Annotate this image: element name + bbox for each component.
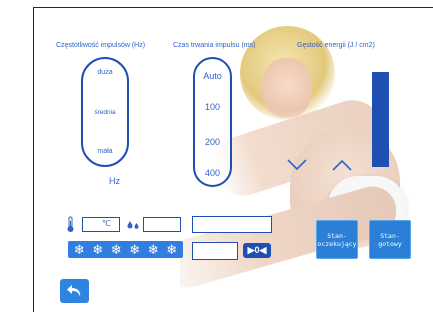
duration-selector[interactable]: Auto 100 200 400 bbox=[193, 57, 232, 187]
cooling-level-bar[interactable]: ❄ ❄ ❄ ❄ ❄ ❄ bbox=[68, 241, 183, 258]
photo-face bbox=[262, 58, 312, 118]
duration-option-200[interactable]: 200 bbox=[195, 137, 230, 147]
frequency-unit: Hz bbox=[109, 176, 120, 186]
snowflake-icon: ❄ bbox=[166, 242, 178, 257]
temperature-field bbox=[82, 217, 120, 232]
energy-decrease-arrow[interactable] bbox=[286, 158, 308, 172]
snowflake-icon: ❄ bbox=[110, 242, 122, 257]
water-level-field bbox=[143, 217, 181, 232]
snowflake-icon: ❄ bbox=[73, 242, 85, 257]
water-drops-icon bbox=[127, 221, 139, 229]
info-field bbox=[192, 216, 272, 233]
frequency-label: Częstotliwość impulsów (Hz) bbox=[56, 42, 146, 49]
back-arrow-icon bbox=[66, 285, 80, 297]
thermometer-icon bbox=[67, 216, 74, 232]
duration-option-100[interactable]: 100 bbox=[195, 102, 230, 112]
snowflake-icon: ❄ bbox=[92, 242, 104, 257]
reset-counter-button[interactable]: ▶0◀ bbox=[243, 243, 271, 258]
ready-button[interactable]: Stan- gotowy bbox=[369, 220, 411, 259]
standby-button[interactable]: Stan- oczekujący bbox=[316, 220, 358, 259]
energy-increase-arrow[interactable] bbox=[331, 158, 353, 172]
duration-option-auto[interactable]: Auto bbox=[195, 71, 230, 81]
duration-option-400[interactable]: 400 bbox=[195, 168, 230, 178]
pulse-counter-field bbox=[192, 242, 238, 260]
duration-label: Czas trwania impulsu (ms) bbox=[173, 42, 256, 49]
snowflake-icon: ❄ bbox=[147, 242, 159, 257]
back-button[interactable] bbox=[60, 279, 89, 303]
temperature-unit: ℃ bbox=[102, 219, 111, 228]
frequency-selector[interactable]: duża średnia mała bbox=[81, 57, 129, 167]
frequency-option-low[interactable]: mała bbox=[83, 148, 127, 155]
laser-control-screen: Częstotliwość impulsów (Hz) Czas trwania… bbox=[0, 0, 433, 312]
energy-label: Gęstość energii (J / cm2) bbox=[297, 42, 375, 49]
frame-left-border bbox=[33, 7, 34, 312]
snowflake-icon: ❄ bbox=[129, 242, 141, 257]
energy-level-bar bbox=[372, 72, 389, 167]
frequency-option-high[interactable]: duża bbox=[83, 69, 127, 76]
frequency-option-medium[interactable]: średnia bbox=[83, 109, 127, 116]
